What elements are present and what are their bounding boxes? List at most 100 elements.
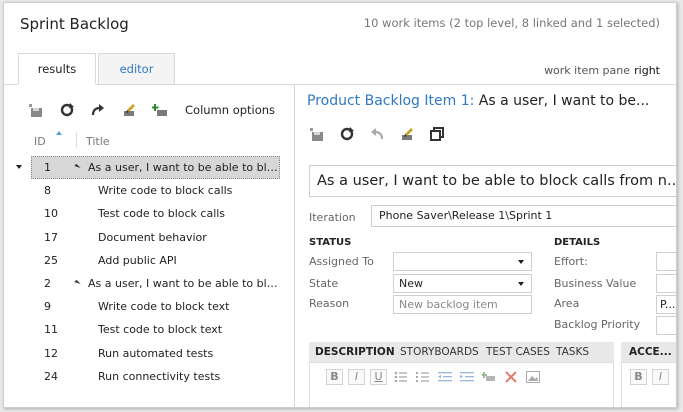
insert-link-icon[interactable] [480, 369, 497, 385]
business-value-field[interactable] [656, 274, 676, 293]
row-title: As a user, I want to be able to block... [88, 276, 280, 290]
description-editor[interactable]: B I U [309, 362, 614, 407]
row-id: 25 [44, 253, 58, 267]
row-title: Run automated tests [98, 346, 214, 360]
column-separator[interactable] [76, 132, 77, 148]
insert-image-icon[interactable] [524, 369, 541, 385]
tab-results[interactable]: results [18, 53, 96, 85]
sort-ascending-icon [56, 131, 62, 135]
row-title: Document behavior [98, 230, 207, 244]
current-row-arrow-icon [16, 165, 22, 169]
format-toolbar: B I U [326, 369, 546, 385]
bold-button[interactable]: B [630, 369, 647, 385]
edit-query-icon[interactable] [121, 102, 137, 118]
assigned-to-dropdown[interactable] [393, 252, 532, 271]
area-field[interactable]: P... [656, 295, 676, 314]
numbered-list-icon[interactable] [414, 369, 431, 385]
row-title: Run connectivity tests [98, 369, 221, 383]
row-id: 12 [44, 346, 58, 360]
copy-icon[interactable] [429, 126, 445, 142]
row-title: Write code to block text [98, 300, 230, 314]
remove-link-icon[interactable] [502, 369, 519, 385]
window: Sprint Backlog 10 work items (2 top leve… [3, 2, 677, 408]
table-row[interactable]: 17 Document behavior [4, 226, 294, 249]
backlog-priority-field[interactable] [656, 316, 676, 335]
lower-tabs: DESCRIPTION STORYBOARDS TEST CASES TASKS [309, 342, 614, 362]
table-row[interactable]: 9 Write code to block text [4, 295, 294, 318]
state-dropdown[interactable]: New [393, 274, 532, 293]
add-link-icon[interactable] [152, 102, 168, 118]
row-id: 24 [44, 369, 58, 383]
work-item-title-field[interactable]: As a user, I want to be able to block ca… [309, 165, 676, 197]
table-row[interactable]: 12 Run automated tests [4, 342, 294, 365]
edit-icon[interactable] [399, 126, 415, 142]
work-item-toolbar [309, 126, 459, 142]
bullet-list-icon[interactable] [392, 369, 409, 385]
work-items-summary: 10 work items (2 top level, 8 linked and… [363, 16, 660, 30]
tab-test-cases[interactable]: TEST CASES [486, 342, 550, 362]
column-header-id[interactable]: ID [34, 135, 46, 148]
table-row[interactable]: 11 Test code to block text [4, 318, 294, 341]
row-id: 11 [44, 323, 58, 337]
results-pane: Column options ID Title 1 As a user, I w… [4, 85, 294, 407]
row-title: Write code to block calls [98, 184, 233, 198]
row-title: Test code to block text [98, 323, 223, 337]
acceptance-editor[interactable]: B I [621, 362, 676, 407]
italic-button[interactable]: I [652, 369, 669, 385]
work-item-header-title: As a user, I want to be... [478, 93, 650, 109]
redo-icon[interactable] [90, 102, 106, 118]
underline-button[interactable]: U [370, 369, 387, 385]
chevron-down-icon [518, 282, 524, 286]
backlog-priority-label: Backlog Priority [554, 318, 641, 331]
tab-editor[interactable]: editor [98, 53, 175, 85]
tab-tasks[interactable]: TASKS [556, 342, 589, 362]
effort-label: Effort: [554, 255, 588, 268]
column-header-title[interactable]: Title [86, 135, 110, 148]
refresh-icon[interactable] [339, 126, 355, 142]
table-row[interactable]: 1 As a user, I want to be able to block.… [4, 156, 294, 179]
work-item-header: Product Backlog Item 1: As a user, I wan… [307, 93, 649, 109]
tab-description[interactable]: DESCRIPTION [315, 342, 395, 362]
collapse-triangle-icon[interactable] [74, 279, 81, 287]
row-id: 2 [44, 276, 51, 290]
assigned-to-label: Assigned To [309, 255, 374, 268]
table-row[interactable]: 2 As a user, I want to be able to block.… [4, 272, 294, 295]
details-heading: DETAILS [554, 237, 601, 248]
row-id: 17 [44, 230, 58, 244]
row-id: 9 [44, 300, 51, 314]
grid-header: ID Title [4, 129, 294, 153]
work-item-pane: Product Backlog Item 1: As a user, I wan… [295, 85, 676, 407]
row-id: 8 [44, 184, 51, 198]
refresh-icon[interactable] [59, 102, 75, 118]
iteration-label: Iteration [309, 211, 356, 224]
undo-icon[interactable] [369, 126, 385, 142]
table-row[interactable]: 8 Write code to block calls [4, 179, 294, 202]
table-row[interactable]: 25 Add public API [4, 249, 294, 272]
iteration-field[interactable]: Phone Saver\Release 1\Sprint 1 [371, 205, 676, 227]
area-label: Area [554, 297, 580, 310]
bold-button[interactable]: B [326, 369, 343, 385]
table-row[interactable]: 10 Test code to block calls [4, 202, 294, 225]
decrease-indent-icon[interactable] [436, 369, 453, 385]
work-item-type: Product Backlog Item 1: [307, 93, 475, 109]
save-icon[interactable] [309, 126, 325, 142]
state-value: New [399, 277, 423, 290]
table-row[interactable]: 24 Run connectivity tests [4, 365, 294, 388]
business-value-label: Business Value [554, 277, 637, 290]
reason-field[interactable]: New backlog item [393, 295, 532, 314]
page-title: Sprint Backlog [20, 15, 129, 33]
row-title: Test code to block calls [98, 207, 226, 221]
tab-acceptance[interactable]: ACCE... [621, 342, 676, 362]
italic-button[interactable]: I [348, 369, 365, 385]
increase-indent-icon[interactable] [458, 369, 475, 385]
effort-field[interactable] [656, 252, 676, 271]
work-item-pane-right[interactable]: right [634, 64, 660, 77]
format-toolbar: B I [630, 369, 674, 385]
tab-storyboards[interactable]: STORYBOARDS [400, 342, 479, 362]
grid-rows: 1 As a user, I want to be able to block.… [4, 156, 294, 388]
column-options-button[interactable]: Column options [185, 103, 275, 117]
chevron-down-icon [518, 260, 524, 264]
reason-label: Reason [309, 297, 350, 310]
row-title: Add public API [98, 253, 177, 267]
save-icon[interactable] [28, 102, 44, 118]
